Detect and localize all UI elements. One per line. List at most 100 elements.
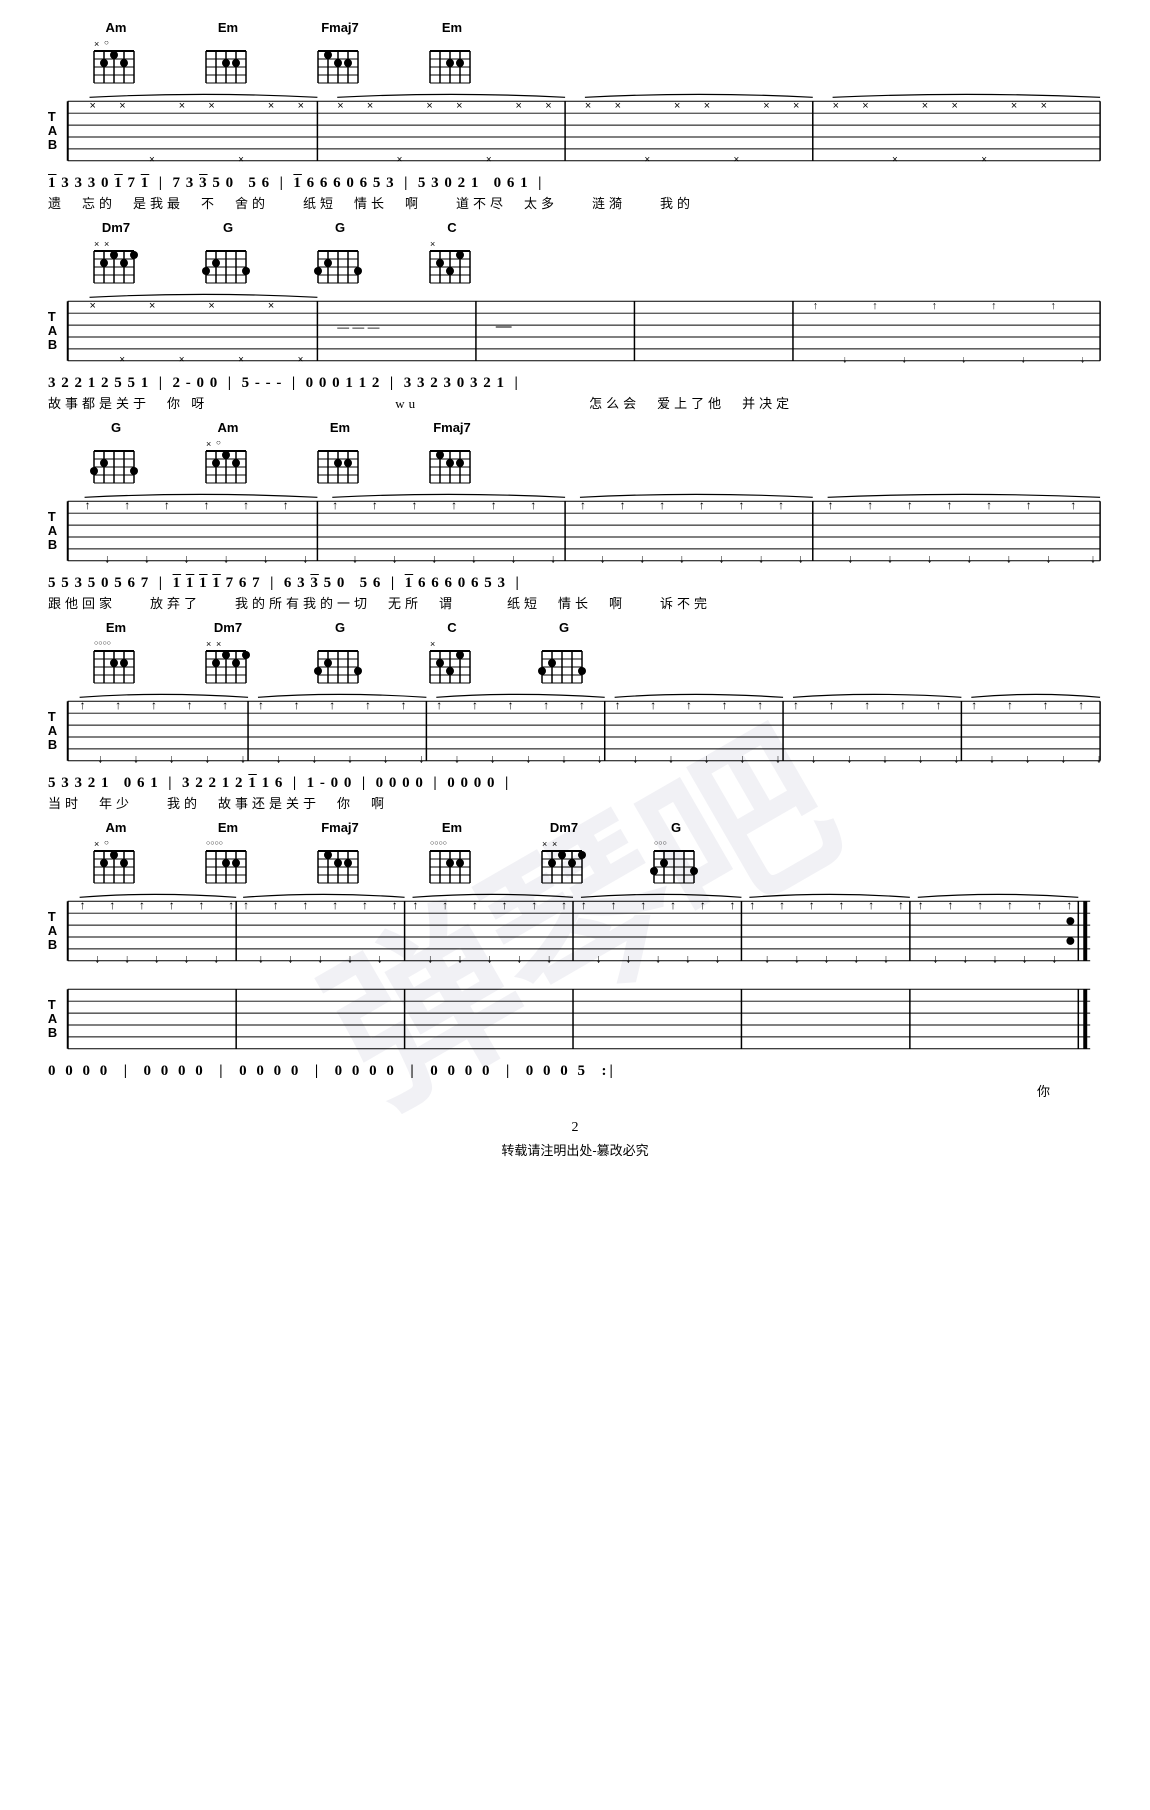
svg-text:↑: ↑ — [124, 498, 130, 512]
chord-am-2: Am × ○ — [202, 420, 254, 489]
svg-text:B: B — [48, 137, 57, 152]
svg-text:↑: ↑ — [472, 898, 478, 912]
svg-text:×: × — [545, 100, 551, 112]
notation-row-4: 5 3 3 2 1 0 6 1 | 3 2 2 1 2 1 1 6 | 1 - … — [40, 775, 1110, 792]
svg-text:×: × — [90, 100, 96, 112]
svg-text:↑: ↑ — [900, 698, 906, 712]
svg-text:×: × — [104, 239, 109, 249]
chord-em-2: Em — [426, 20, 478, 89]
svg-text:↓: ↓ — [377, 952, 383, 966]
svg-text:↓: ↓ — [490, 752, 496, 766]
chord-name: G — [111, 420, 121, 435]
chord-name: C — [447, 220, 456, 235]
svg-text:×: × — [94, 839, 99, 849]
section-5: Am × ○ — [40, 820, 1110, 973]
svg-text:↑: ↑ — [203, 498, 209, 512]
chord-dm7: Dm7 × × — [90, 220, 142, 289]
chord-name: G — [559, 620, 569, 635]
tab-staff-5: T A B — [40, 893, 1110, 973]
chord-g-6: G ○○○ — [650, 820, 702, 889]
chord-name: Em — [330, 420, 350, 435]
svg-text:↓: ↓ — [798, 552, 804, 566]
svg-text:↓: ↓ — [213, 952, 219, 966]
svg-text:↑: ↑ — [615, 698, 621, 712]
svg-text:↑: ↑ — [283, 498, 289, 512]
chord-row-5: Am × ○ — [40, 820, 1110, 889]
svg-text:×: × — [94, 39, 99, 49]
svg-text:↓: ↓ — [824, 952, 830, 966]
svg-text:↓: ↓ — [288, 952, 294, 966]
tab-staff-6: T A B — [40, 981, 1110, 1061]
footer: 2 转载请注明出处-篡改必究 — [40, 1120, 1110, 1159]
svg-text:T: T — [48, 309, 56, 324]
svg-text:↓: ↓ — [184, 552, 190, 566]
chord-name: Em — [106, 620, 126, 635]
lyrics-row-6: 你 — [40, 1081, 1110, 1100]
svg-text:×: × — [644, 155, 650, 166]
svg-text:×: × — [216, 639, 221, 649]
chord-name: Fmaj7 — [433, 420, 471, 435]
chord-em-4: Em ○○○○ — [90, 620, 142, 689]
svg-text:○: ○ — [104, 838, 109, 847]
svg-text:T: T — [48, 509, 56, 524]
svg-text:↑: ↑ — [543, 698, 549, 712]
chord-diagram-dm7-2: × × — [202, 637, 254, 689]
svg-text:↓: ↓ — [853, 952, 859, 966]
svg-text:↓: ↓ — [1006, 552, 1012, 566]
staff-svg-2: T A B × × — [40, 293, 1110, 373]
svg-text:A: A — [48, 523, 57, 538]
svg-text:↓: ↓ — [97, 752, 103, 766]
svg-text:↑: ↑ — [722, 698, 728, 712]
chord-am-1: Am × ○ — [90, 20, 142, 89]
chord-diagram-am-3: × ○ — [90, 837, 142, 889]
svg-text:↓: ↓ — [846, 752, 852, 766]
svg-text:×: × — [542, 839, 547, 849]
svg-text:↑: ↑ — [472, 698, 478, 712]
svg-text:↑: ↑ — [451, 498, 457, 512]
svg-text:○○○○: ○○○○ — [430, 840, 447, 847]
svg-text:↑: ↑ — [412, 498, 418, 512]
svg-text:×: × — [585, 100, 591, 112]
svg-text:↑: ↑ — [151, 698, 157, 712]
svg-text:↓: ↓ — [883, 952, 889, 966]
svg-text:↓: ↓ — [418, 752, 424, 766]
svg-text:×: × — [268, 300, 274, 312]
svg-text:×: × — [298, 100, 304, 112]
chord-diagram-g-4 — [314, 637, 366, 689]
svg-text:×: × — [516, 100, 522, 112]
svg-text:↓: ↓ — [1022, 952, 1028, 966]
svg-text:×: × — [892, 155, 898, 166]
svg-text:×: × — [763, 100, 769, 112]
svg-text:×: × — [208, 300, 214, 312]
svg-text:↑: ↑ — [948, 898, 954, 912]
svg-text:×: × — [90, 300, 96, 312]
page-number: 2 — [40, 1120, 1110, 1136]
chord-row-3: G — [40, 420, 1110, 489]
svg-text:↓: ↓ — [966, 552, 972, 566]
svg-text:×: × — [238, 155, 244, 166]
svg-text:×: × — [337, 100, 343, 112]
svg-text:↓: ↓ — [1021, 355, 1026, 366]
chord-diagram-g-5 — [538, 637, 590, 689]
svg-text:↑: ↑ — [659, 498, 665, 512]
svg-text:×: × — [149, 155, 155, 166]
svg-text:↓: ↓ — [794, 952, 800, 966]
svg-text:↑: ↑ — [1043, 698, 1049, 712]
svg-text:A: A — [48, 123, 57, 138]
lyrics-row-2: 故事都是关于 你 呀 wu 怎么会 爱上了他 并决定 — [40, 393, 1110, 412]
chord-diagram-fmaj7-2 — [426, 437, 478, 489]
svg-text:↓: ↓ — [317, 952, 323, 966]
chord-c-2: C × — [426, 620, 478, 689]
svg-text:↓: ↓ — [882, 752, 888, 766]
chord-name: G — [335, 220, 345, 235]
chord-diagram-am-2: × ○ — [202, 437, 254, 489]
svg-text:↓: ↓ — [596, 952, 602, 966]
svg-text:×: × — [793, 100, 799, 112]
svg-text:×: × — [298, 355, 304, 366]
svg-text:↑: ↑ — [109, 898, 115, 912]
svg-text:×: × — [208, 100, 214, 112]
svg-text:↑: ↑ — [749, 898, 755, 912]
svg-text:↑: ↑ — [947, 498, 953, 512]
tab-staff-4: T A B ↑↓ — [40, 693, 1110, 773]
svg-text:↑: ↑ — [1007, 898, 1013, 912]
